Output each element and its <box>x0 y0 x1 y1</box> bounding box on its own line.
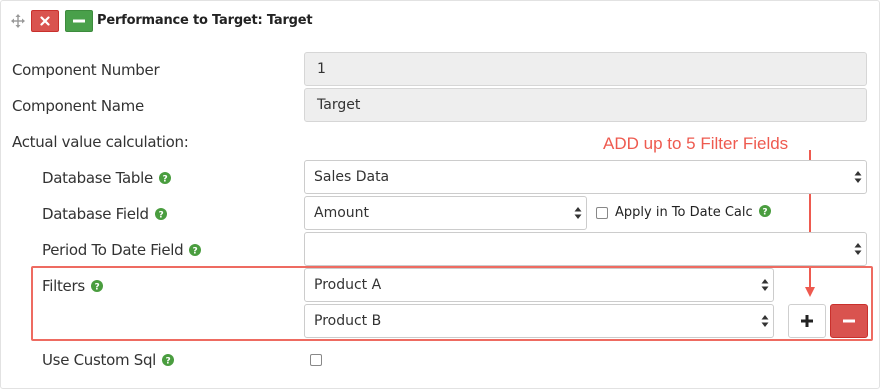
filter-select-1[interactable]: Product A <box>304 268 774 302</box>
minus-icon <box>843 319 855 323</box>
plus-icon <box>801 315 813 327</box>
help-icon[interactable]: ? <box>158 172 171 185</box>
database-field-label: Database Field? <box>42 205 167 223</box>
help-icon[interactable]: ? <box>758 205 771 218</box>
collapse-component-button[interactable] <box>65 10 93 32</box>
add-filter-button[interactable] <box>788 304 826 338</box>
select-arrows-icon <box>854 243 862 255</box>
svg-text:?: ? <box>162 175 167 185</box>
database-table-value: Sales Data <box>314 169 390 185</box>
svg-text:?: ? <box>158 211 163 221</box>
select-arrows-icon <box>854 171 862 183</box>
select-arrows-icon <box>574 207 582 219</box>
panel-title: Performance to Target: Target <box>97 13 313 28</box>
component-number-field: 1 <box>304 52 867 86</box>
filter-select-2[interactable]: Product B <box>304 304 774 338</box>
svg-text:?: ? <box>166 357 171 367</box>
svg-text:?: ? <box>193 247 198 257</box>
database-field-value: Amount <box>314 205 370 221</box>
period-to-date-select[interactable] <box>304 232 867 266</box>
database-table-select[interactable]: Sales Data <box>304 160 867 194</box>
database-field-select[interactable]: Amount <box>304 196 587 230</box>
use-custom-sql-checkbox[interactable] <box>310 354 322 366</box>
svg-text:?: ? <box>94 283 99 293</box>
database-table-label: Database Table? <box>42 169 171 187</box>
move-icon[interactable] <box>11 14 25 28</box>
period-to-date-label: Period To Date Field? <box>42 241 202 259</box>
filter-value-1: Product A <box>314 277 382 293</box>
filter-value-2: Product B <box>314 313 382 329</box>
remove-filter-button[interactable] <box>830 304 868 338</box>
component-name-label: Component Name <box>12 97 144 115</box>
select-arrows-icon <box>761 315 769 327</box>
svg-text:?: ? <box>762 208 767 218</box>
annotation-text: ADD up to 5 Filter Fields <box>603 134 789 153</box>
close-icon <box>40 16 50 26</box>
minus-icon <box>73 19 85 23</box>
component-number-label: Component Number <box>12 61 160 79</box>
help-icon[interactable]: ? <box>189 244 202 257</box>
help-icon[interactable]: ? <box>162 354 175 367</box>
component-name-field: Target <box>304 88 867 122</box>
apply-to-date-label: Apply in To Date Calc? <box>615 205 771 220</box>
use-custom-sql-label: Use Custom Sql? <box>42 351 175 369</box>
help-icon[interactable]: ? <box>154 208 167 221</box>
help-icon[interactable]: ? <box>90 280 103 293</box>
filters-label: Filters? <box>42 277 103 295</box>
select-arrows-icon <box>761 279 769 291</box>
apply-to-date-checkbox[interactable] <box>596 207 608 219</box>
actual-value-heading: Actual value calculation: <box>12 133 189 151</box>
delete-component-button[interactable] <box>31 10 59 32</box>
